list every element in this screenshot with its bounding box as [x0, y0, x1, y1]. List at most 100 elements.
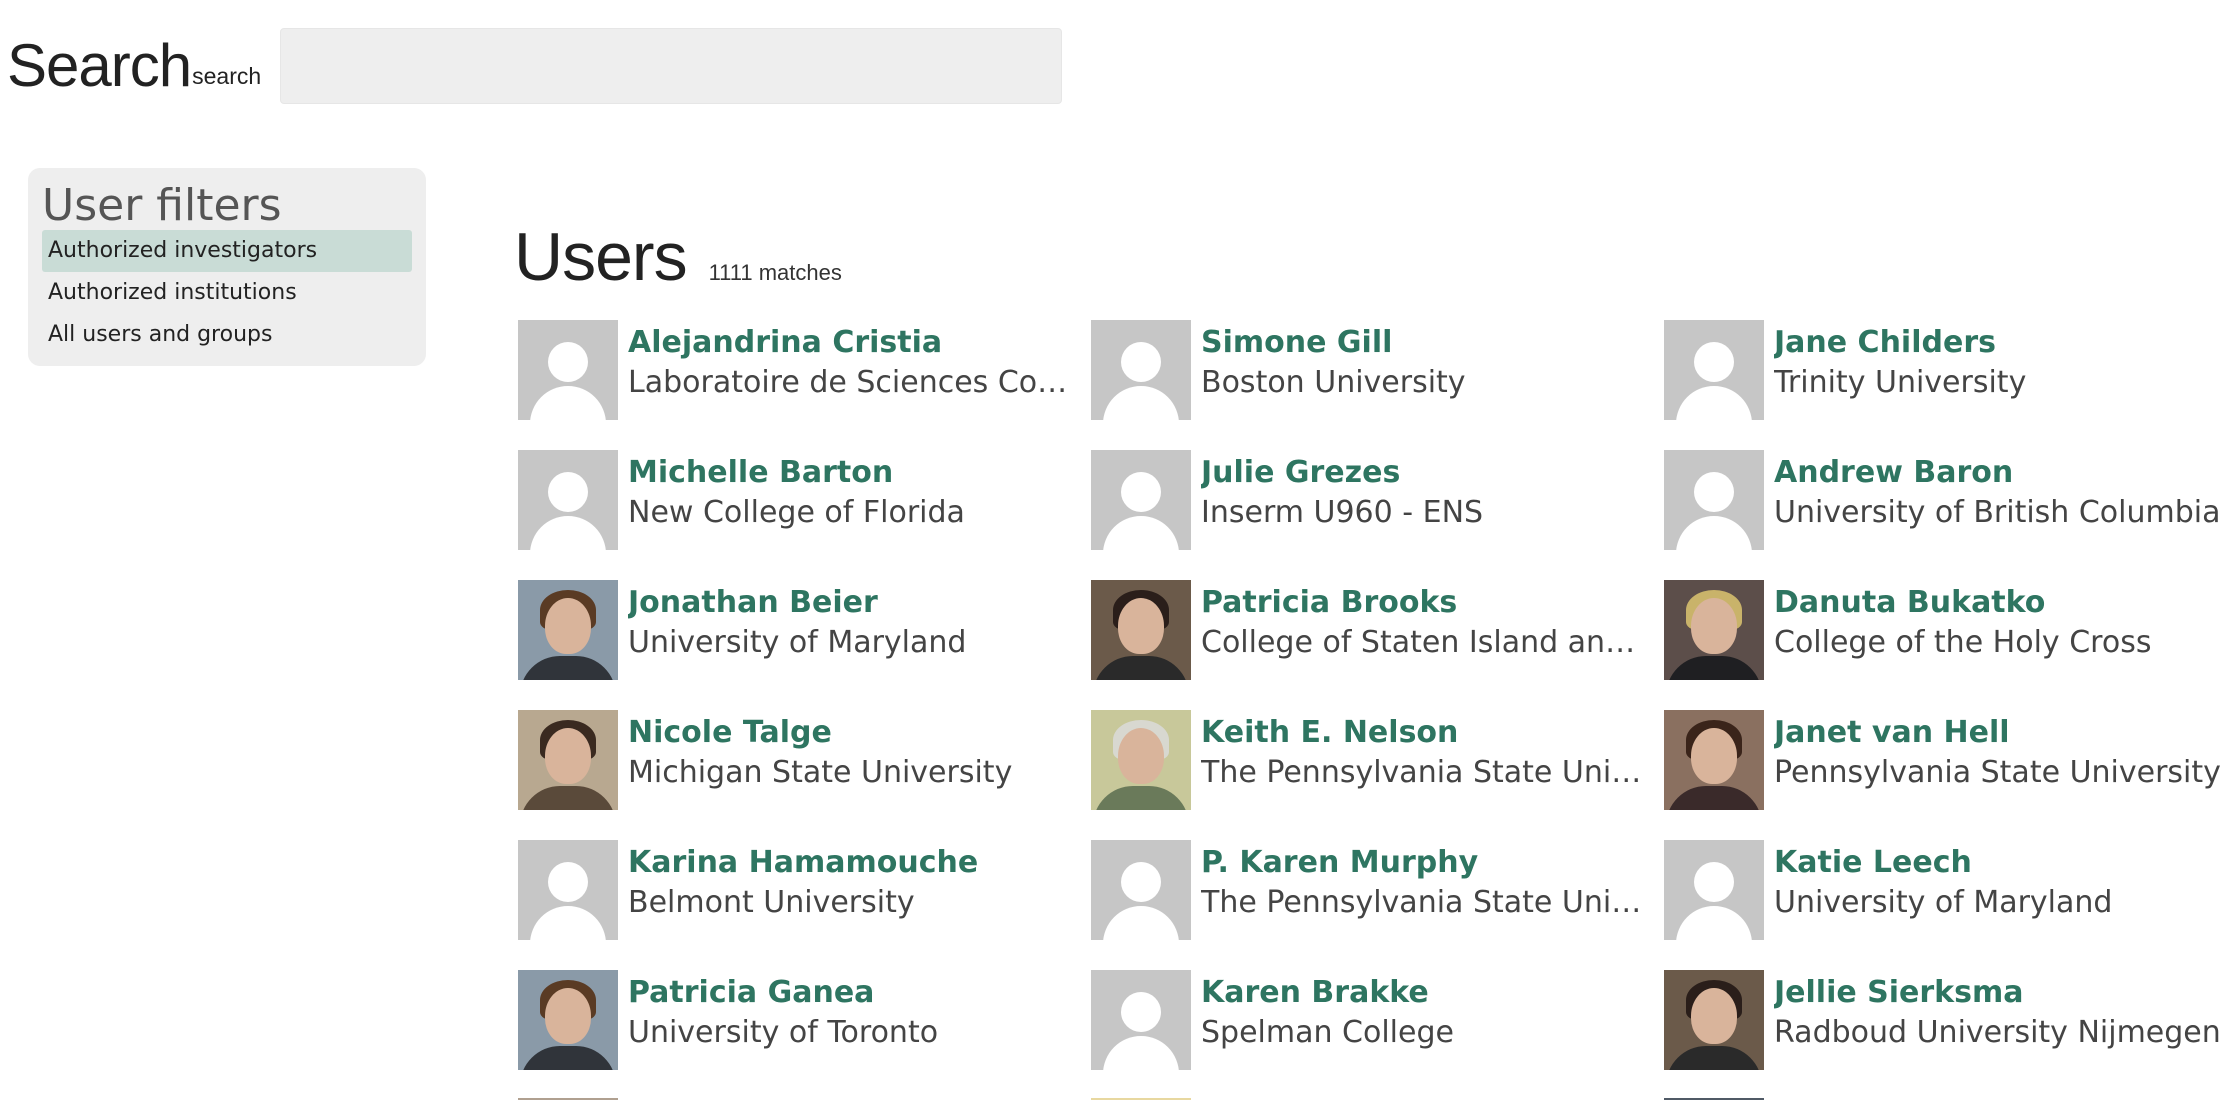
user-info: Jellie Sierksma Radboud University Nijmeg…: [1774, 970, 2224, 1054]
user-name-link[interactable]: Andrew Baron: [1774, 454, 2224, 492]
user-institution: University of Maryland: [628, 625, 967, 660]
avatar[interactable]: [1091, 840, 1191, 940]
filter-all-users-and-groups[interactable]: All users and groups: [42, 314, 412, 356]
avatar[interactable]: [1091, 580, 1191, 680]
user-institution: University of British Columbia: [1774, 495, 2221, 530]
users-title: Users: [514, 219, 688, 295]
user-info: Andrew Baron University of British Columb…: [1774, 450, 2224, 534]
user-name-link[interactable]: Julie Grezes: [1201, 454, 1651, 492]
user-institution: The Pennsylvania State Univ…: [1201, 885, 1651, 920]
user-institution: Inserm U960 - ENS: [1201, 495, 1484, 530]
users-match-count: 1111 matches: [708, 260, 842, 285]
avatar[interactable]: [1664, 450, 1764, 550]
user-card[interactable]: P. Karen Murphy The Pennsylvania State Un…: [1091, 840, 1664, 970]
user-info: Alejandrina Cristia Laboratoire de Scienc…: [628, 320, 1078, 404]
user-card[interactable]: Janet van Hell Pennsylvania State Univers…: [1664, 710, 2237, 840]
user-institution: College of Staten Island an…: [1201, 625, 1636, 660]
user-name-link[interactable]: P. Karen Murphy: [1201, 844, 1651, 882]
search-input[interactable]: [280, 28, 1062, 104]
avatar[interactable]: [1664, 710, 1764, 810]
user-card[interactable]: Andrew Baron University of British Columb…: [1664, 450, 2237, 580]
user-info: Karina Hamamouche Belmont University: [628, 840, 1078, 924]
user-institution: Pennsylvania State University: [1774, 755, 2221, 790]
user-name-link[interactable]: Jellie Sierksma: [1774, 974, 2224, 1012]
user-info: Simone Gill Boston University: [1201, 320, 1651, 404]
user-card[interactable]: Katie Leech University of Maryland: [1664, 840, 2237, 970]
user-card[interactable]: Jane Childers Trinity University: [1664, 320, 2237, 450]
user-name-link[interactable]: Michelle Barton: [628, 454, 1078, 492]
user-card[interactable]: Patricia Brooks College of Staten Island …: [1091, 580, 1664, 710]
avatar[interactable]: [518, 710, 618, 810]
user-name-link[interactable]: Jonathan Beier: [628, 584, 1078, 622]
avatar[interactable]: [1664, 970, 1764, 1070]
user-card[interactable]: Nicole Talge Michigan State University: [518, 710, 1091, 840]
users-header: Users 1111 matches: [514, 218, 842, 296]
user-grid: Alejandrina Cristia Laboratoire de Scienc…: [518, 320, 2240, 1100]
user-info: Nicole Talge Michigan State University: [628, 710, 1078, 794]
avatar[interactable]: [518, 970, 618, 1070]
user-info: Jane Childers Trinity University: [1774, 320, 2224, 404]
user-card[interactable]: Julie Grezes Inserm U960 - ENS: [1091, 450, 1664, 580]
user-info: Danuta Bukatko College of the Holy Cross: [1774, 580, 2224, 664]
user-institution: Laboratoire de Sciences Co…: [628, 365, 1068, 400]
user-card[interactable]: Karen Brakke Spelman College: [1091, 970, 1664, 1100]
avatar[interactable]: [518, 320, 618, 420]
user-institution: University of Toronto: [628, 1015, 939, 1050]
avatar[interactable]: [1664, 840, 1764, 940]
avatar[interactable]: [1091, 710, 1191, 810]
avatar[interactable]: [1091, 450, 1191, 550]
user-filters-title: User filters: [42, 180, 282, 231]
user-institution: Trinity University: [1774, 365, 2027, 400]
user-info: Jonathan Beier University of Maryland: [628, 580, 1078, 664]
user-info: Janet van Hell Pennsylvania State Univers…: [1774, 710, 2224, 794]
avatar[interactable]: [518, 450, 618, 550]
user-card[interactable]: Simone Gill Boston University: [1091, 320, 1664, 450]
user-card[interactable]: Jellie Sierksma Radboud University Nijmeg…: [1664, 970, 2237, 1100]
user-institution: Radboud University Nijmegen: [1774, 1015, 2221, 1050]
avatar[interactable]: [1664, 580, 1764, 680]
user-name-link[interactable]: Simone Gill: [1201, 324, 1651, 362]
user-institution: Belmont University: [628, 885, 915, 920]
user-name-link[interactable]: Patricia Ganea: [628, 974, 1078, 1012]
user-card[interactable]: Michelle Barton New College of Florida: [518, 450, 1091, 580]
filter-list: Authorized investigators Authorized inst…: [42, 230, 412, 356]
user-institution: College of the Holy Cross: [1774, 625, 2152, 660]
user-info: P. Karen Murphy The Pennsylvania State Un…: [1201, 840, 1651, 924]
user-info: Michelle Barton New College of Florida: [628, 450, 1078, 534]
avatar[interactable]: [518, 580, 618, 680]
user-card[interactable]: Patricia Ganea University of Toronto: [518, 970, 1091, 1100]
user-filters-panel: User filters Authorized investigators Au…: [28, 168, 426, 366]
user-card[interactable]: Jonathan Beier University of Maryland: [518, 580, 1091, 710]
user-institution: The Pennsylvania State Univ…: [1201, 755, 1651, 790]
user-info: Patricia Ganea University of Toronto: [628, 970, 1078, 1054]
user-info: Karen Brakke Spelman College: [1201, 970, 1651, 1054]
user-institution: Spelman College: [1201, 1015, 1454, 1050]
user-name-link[interactable]: Karen Brakke: [1201, 974, 1651, 1012]
avatar[interactable]: [1664, 320, 1764, 420]
filter-authorized-investigators[interactable]: Authorized investigators: [42, 230, 412, 272]
user-institution: New College of Florida: [628, 495, 965, 530]
user-name-link[interactable]: Keith E. Nelson: [1201, 714, 1651, 752]
user-name-link[interactable]: Patricia Brooks: [1201, 584, 1651, 622]
user-name-link[interactable]: Alejandrina Cristia: [628, 324, 1078, 362]
user-name-link[interactable]: Katie Leech: [1774, 844, 2224, 882]
user-name-link[interactable]: Danuta Bukatko: [1774, 584, 2224, 622]
avatar[interactable]: [1091, 970, 1191, 1070]
user-name-link[interactable]: Karina Hamamouche: [628, 844, 1078, 882]
user-name-link[interactable]: Jane Childers: [1774, 324, 2224, 362]
user-name-link[interactable]: Nicole Talge: [628, 714, 1078, 752]
user-info: Patricia Brooks College of Staten Island …: [1201, 580, 1651, 664]
user-institution: University of Maryland: [1774, 885, 2113, 920]
user-card[interactable]: Alejandrina Cristia Laboratoire de Scienc…: [518, 320, 1091, 450]
search-subtitle: search: [192, 63, 262, 89]
user-card[interactable]: Danuta Bukatko College of the Holy Cross: [1664, 580, 2237, 710]
avatar[interactable]: [1091, 320, 1191, 420]
user-card[interactable]: Karina Hamamouche Belmont University: [518, 840, 1091, 970]
filter-authorized-institutions[interactable]: Authorized institutions: [42, 272, 412, 314]
search-heading: Search search: [7, 28, 261, 104]
user-name-link[interactable]: Janet van Hell: [1774, 714, 2224, 752]
user-info: Katie Leech University of Maryland: [1774, 840, 2224, 924]
avatar[interactable]: [518, 840, 618, 940]
user-card[interactable]: Keith E. Nelson The Pennsylvania State Un…: [1091, 710, 1664, 840]
user-institution: Boston University: [1201, 365, 1466, 400]
